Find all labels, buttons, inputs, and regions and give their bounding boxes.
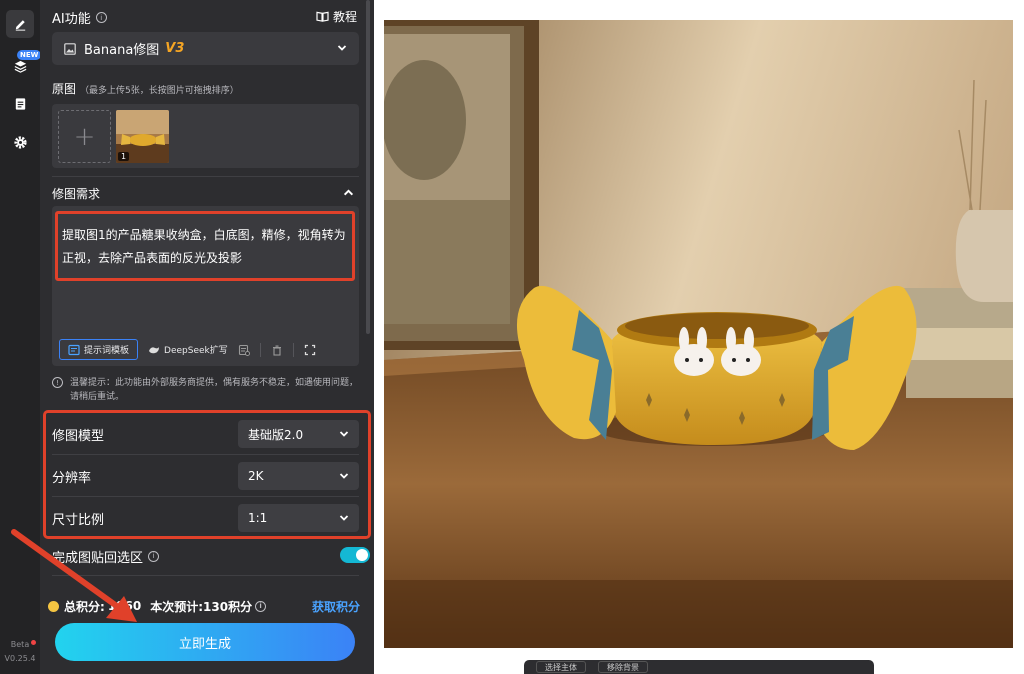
upload-slot[interactable]: + — [58, 110, 111, 163]
candy-box-photo — [384, 20, 1013, 648]
toolbar-divider — [292, 342, 294, 357]
paste-back-toggle[interactable] — [340, 547, 370, 563]
param-value: 基础版2.0 — [248, 427, 304, 442]
canvas-toolbar: 选择主体 移除背景 — [524, 660, 874, 674]
chevron-up-icon[interactable] — [343, 187, 354, 198]
version-label: V0.25.4 — [4, 654, 36, 663]
panel-title: AI功能 — [52, 12, 91, 27]
trash-icon[interactable] — [271, 344, 283, 356]
aspect-ratio-select[interactable]: 1:1 — [238, 504, 359, 532]
requirement-toolbar: 提示词模板 DeepSeek扩写 — [59, 339, 316, 360]
model-version-select[interactable]: 基础版2.0 — [238, 420, 359, 448]
requirement-highlight-box — [55, 211, 355, 281]
resolution-select[interactable]: 2K — [238, 462, 359, 490]
coin-icon — [48, 600, 59, 612]
tutorial-link[interactable]: 教程 — [316, 8, 357, 25]
select-subject-button[interactable]: 选择主体 — [536, 661, 586, 673]
toggle-knob — [356, 549, 368, 561]
pencil-icon — [15, 19, 25, 31]
divider — [52, 454, 359, 455]
chevron-down-icon — [339, 473, 349, 479]
info-icon[interactable]: i — [255, 600, 267, 612]
divider — [52, 575, 359, 576]
paste-back-label: 完成图贴回选区 — [52, 550, 144, 566]
total-points-value: 1860 — [107, 599, 142, 613]
points-row: 总积分: 1860 本次预计:130积分 i 获取积分 — [48, 598, 366, 614]
divider — [52, 496, 359, 497]
history-icon[interactable] — [238, 344, 250, 356]
tutorial-label: 教程 — [333, 10, 358, 24]
paste-back-row: 完成图贴回选区 i — [52, 545, 370, 567]
chevron-down-icon — [339, 431, 349, 437]
param-value: 2K — [248, 469, 264, 483]
gear-icon — [13, 135, 27, 149]
requirement-textarea[interactable]: 提取图1的产品糖果收纳盒，白底图，精修，视角转为正视，去除产品表面的反光及投影 … — [52, 206, 359, 366]
param-label: 分辨率 — [52, 470, 92, 486]
new-badge: NEW — [17, 50, 42, 60]
model-version: V3 — [165, 41, 185, 56]
thumbnail-index: 1 — [118, 152, 130, 161]
ai-function-panel: AI功能 i 教程 Banana修图 V3 原图 （最多上传5张，长按图片可拖拽排… — [40, 0, 374, 674]
total-points-label: 总积分: — [64, 599, 105, 614]
expand-icon[interactable] — [304, 344, 316, 356]
chevron-down-icon — [339, 515, 349, 521]
original-thumbnail[interactable]: 1 — [116, 110, 169, 163]
param-row-resolution: 分辨率 2K — [52, 458, 359, 494]
param-label: 尺寸比例 — [52, 512, 105, 528]
layers-icon — [14, 60, 26, 73]
settings-button[interactable] — [6, 128, 34, 156]
plus-icon: + — [73, 121, 96, 152]
deepseek-label: DeepSeek扩写 — [164, 346, 228, 356]
model-select[interactable]: Banana修图 V3 — [52, 32, 359, 65]
info-icon[interactable]: i — [95, 12, 107, 23]
original-label: 原图 — [52, 82, 77, 96]
estimate-points: 本次预计:130积分 — [150, 599, 253, 614]
beta-dot — [31, 640, 36, 645]
image-icon — [64, 42, 76, 55]
generate-button[interactable]: 立即生成 — [55, 623, 355, 661]
param-label: 修图模型 — [52, 428, 105, 444]
book-icon — [316, 11, 329, 22]
deepseek-expand-button[interactable]: DeepSeek扩写 — [148, 343, 228, 356]
prompt-template-label: 提示词模板 — [84, 346, 130, 356]
param-row-aspect: 尺寸比例 1:1 — [52, 500, 359, 536]
template-icon — [68, 344, 80, 355]
remove-background-button[interactable]: 移除背景 — [598, 661, 648, 673]
icon-rail: NEW Beta V0.25.4 — [0, 0, 42, 674]
edit-tool-button[interactable] — [6, 10, 34, 38]
panel-header: AI功能 i — [52, 8, 107, 27]
service-notice: ! 温馨提示：此功能由外部服务商提供，偶有服务不稳定，如遇使用问题，请稍后重试。 — [52, 376, 359, 404]
prompt-template-button[interactable]: 提示词模板 — [59, 339, 139, 360]
toolbar-divider — [259, 342, 261, 357]
original-hint: （最多上传5张，长按图片可拖拽排序） — [80, 86, 239, 96]
deepseek-icon — [149, 346, 160, 353]
source-photo[interactable] — [384, 20, 1013, 648]
info-icon[interactable]: i — [148, 550, 160, 562]
original-section-title: 原图 （最多上传5张，长按图片可拖拽排序） — [52, 80, 239, 97]
requirement-label: 修图需求 — [52, 187, 101, 201]
chevron-down-icon — [337, 45, 347, 51]
get-points-link[interactable]: 获取积分 — [312, 598, 360, 615]
divider — [52, 176, 359, 177]
param-row-model: 修图模型 基础版2.0 — [52, 416, 359, 452]
clipboard-icon — [15, 97, 25, 110]
model-name: Banana修图 — [84, 43, 160, 58]
canvas-area: 选择主体 移除背景 — [374, 0, 1024, 674]
panel-scrollbar[interactable] — [366, 0, 370, 334]
original-image-box: + 1 — [52, 104, 359, 168]
notice-text: 温馨提示：此功能由外部服务商提供，偶有服务不稳定，如遇使用问题，请稍后重试。 — [70, 378, 359, 402]
document-button[interactable] — [6, 89, 34, 117]
param-value: 1:1 — [248, 511, 268, 525]
notice-info-icon: ! — [52, 377, 63, 388]
